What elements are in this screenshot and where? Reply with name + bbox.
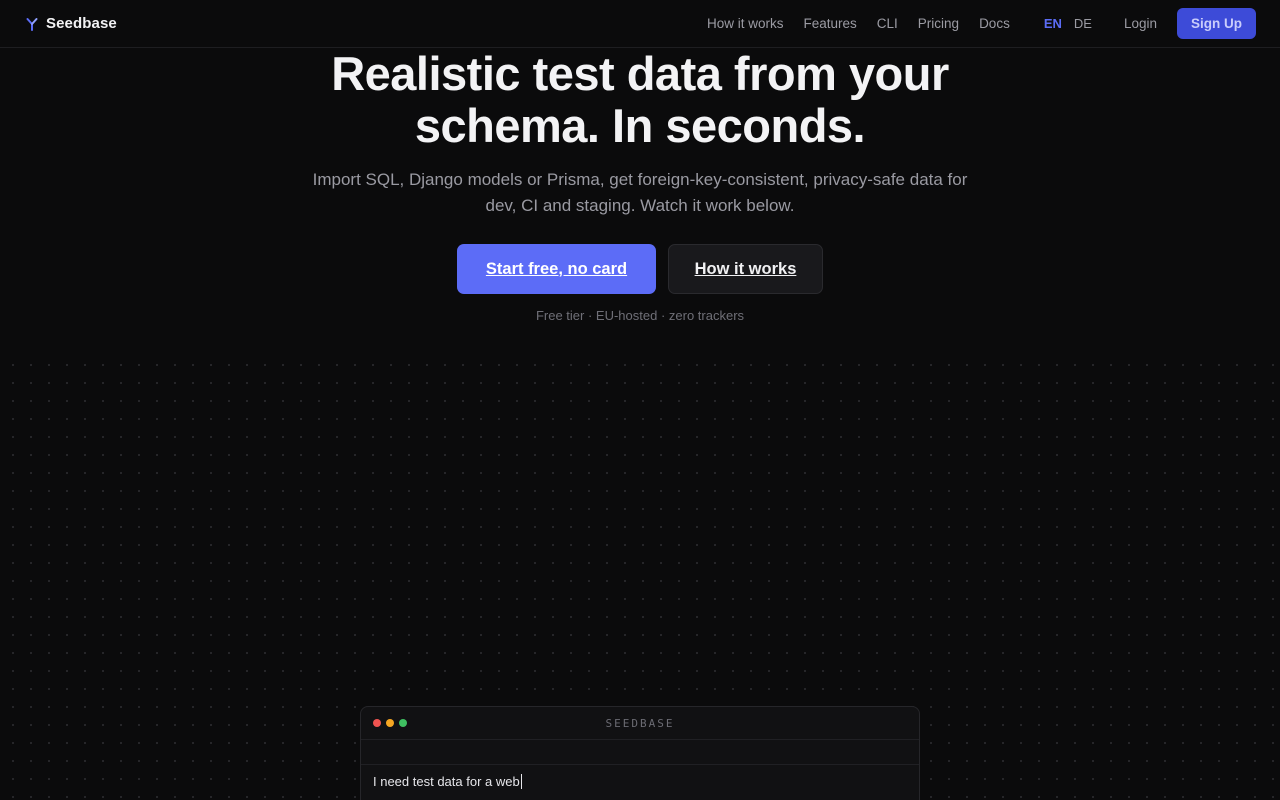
brand[interactable]: Seedbase (26, 15, 117, 32)
demo-prompt-input[interactable]: I need test data for a web (361, 765, 919, 798)
sprout-icon (26, 17, 38, 31)
nav-link-how-it-works[interactable]: How it works (707, 16, 784, 31)
hero-headline: Realistic test data from your schema. In… (0, 48, 1280, 152)
nav-link-docs[interactable]: Docs (979, 16, 1010, 31)
nav-links: How it works Features CLI Pricing Docs (707, 16, 1010, 31)
terminal-title-bar: SEEDBASE (361, 707, 919, 740)
landing-page: Seedbase How it works Features CLI Prici… (0, 0, 1280, 800)
demo-terminal-window: SEEDBASE I need test data for a web (360, 706, 920, 800)
start-free-button[interactable]: Start free, no card (457, 244, 656, 294)
terminal-title: SEEDBASE (605, 717, 675, 730)
brand-name: Seedbase (46, 15, 117, 32)
nav-link-features[interactable]: Features (804, 16, 857, 31)
language-en[interactable]: EN (1044, 16, 1062, 31)
terminal-toolbar (361, 740, 919, 765)
nav-link-pricing[interactable]: Pricing (918, 16, 959, 31)
hero-headline-line-1: Realistic test data from your (331, 47, 949, 100)
text-caret (520, 774, 522, 789)
hero-headline-line-2: schema. In seconds. (414, 99, 866, 152)
hero-cta-group: Start free, no card How it works (0, 244, 1280, 294)
language-switcher: EN DE (1044, 16, 1092, 31)
trust-line: Free tier · EU-hosted · zero trackers (535, 308, 745, 323)
top-navigation: Seedbase How it works Features CLI Prici… (0, 0, 1280, 48)
signup-button[interactable]: Sign Up (1177, 8, 1256, 39)
nav-link-cli[interactable]: CLI (877, 16, 898, 31)
hero-subtitle: Import SQL, Django models or Prisma, get… (312, 170, 968, 215)
language-de[interactable]: DE (1074, 16, 1092, 31)
how-it-works-button[interactable]: How it works (668, 244, 823, 294)
demo-prompt-text: I need test data for a web (373, 774, 520, 789)
hero-section: Realistic test data from your schema. In… (0, 48, 1280, 324)
login-link[interactable]: Login (1124, 16, 1157, 31)
